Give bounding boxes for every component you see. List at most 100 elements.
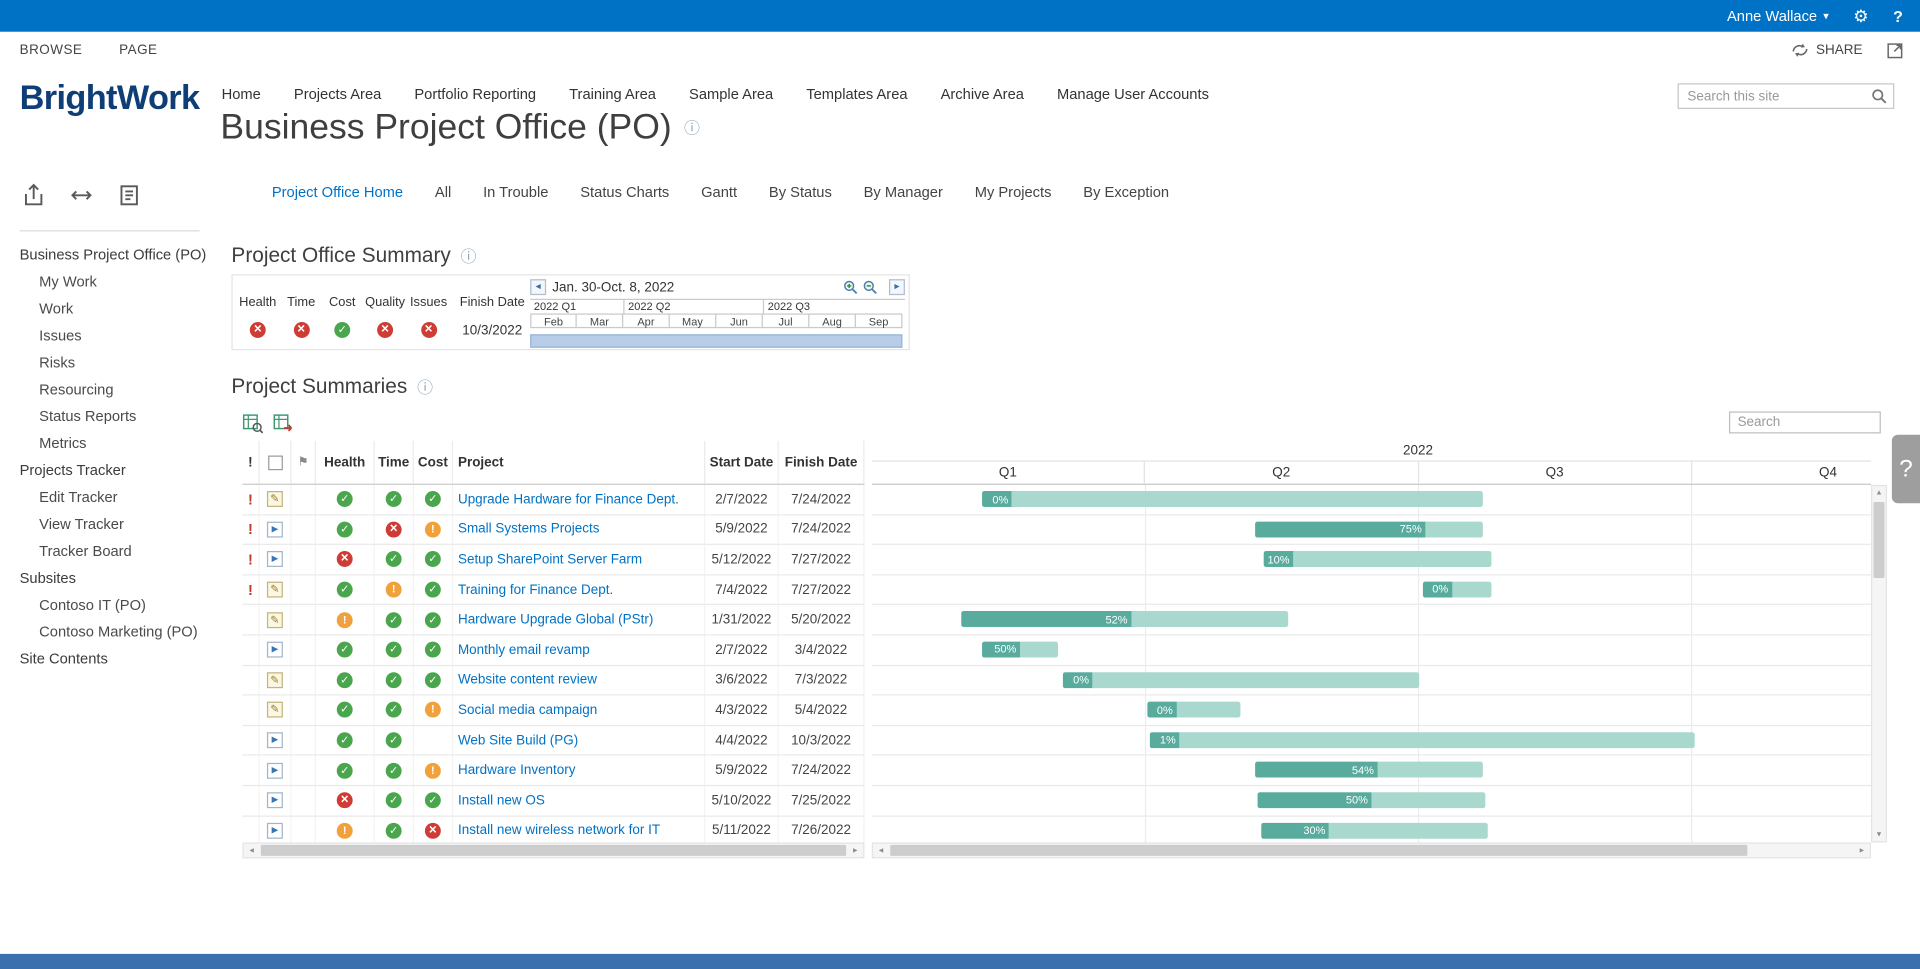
scrollbar-thumb[interactable] <box>261 845 846 856</box>
sidebar-item-subsites[interactable]: Subsites <box>20 564 223 591</box>
sidebar-item-status-reports[interactable]: Status Reports <box>20 403 223 430</box>
view-tab-gantt[interactable]: Gantt <box>701 184 737 201</box>
project-link[interactable]: Hardware Upgrade Global (PStr) <box>458 612 653 627</box>
project-link[interactable]: Website content review <box>458 673 597 688</box>
project-link[interactable]: Training for Finance Dept. <box>458 582 613 597</box>
sidebar-item-my-work[interactable]: My Work <box>20 268 223 295</box>
view-tab-status-charts[interactable]: Status Charts <box>580 184 669 201</box>
scroll-down-icon[interactable] <box>1872 828 1885 841</box>
column-header-health[interactable]: Health <box>316 441 375 484</box>
project-link[interactable]: Social media campaign <box>458 703 597 718</box>
logo[interactable]: BrightWork <box>20 78 200 117</box>
column-header-cost[interactable]: Cost <box>414 441 453 484</box>
gantt-vertical-scrollbar[interactable] <box>1871 485 1887 843</box>
column-header-flag[interactable] <box>291 441 315 484</box>
project-link[interactable]: Small Systems Projects <box>458 522 599 537</box>
project-link[interactable]: Upgrade Hardware for Finance Dept. <box>458 492 679 507</box>
sidebar-item-projects-tracker[interactable]: Projects Tracker <box>20 457 223 484</box>
timeline-prev-button[interactable] <box>530 279 546 295</box>
sidebar-item-site-contents[interactable]: Site Contents <box>20 645 223 672</box>
view-tab-all[interactable]: All <box>435 184 451 201</box>
project-site-icon[interactable] <box>267 762 283 778</box>
gantt-horizontal-scrollbar[interactable] <box>872 842 1871 858</box>
column-header-alert[interactable]: ! <box>242 441 259 484</box>
navigate-up-icon[interactable] <box>17 179 49 211</box>
info-icon[interactable] <box>461 248 477 264</box>
pane-splitter[interactable] <box>864 441 871 843</box>
ribbon-tab-browse[interactable]: BROWSE <box>20 43 83 58</box>
gantt-bar[interactable]: 52% <box>962 611 1288 627</box>
column-header-start-date[interactable]: Start Date <box>705 441 778 484</box>
sidebar-item-edit-tracker[interactable]: Edit Tracker <box>20 484 223 511</box>
scroll-left-icon[interactable] <box>244 844 260 857</box>
gear-icon[interactable] <box>1853 7 1868 24</box>
search-icon[interactable] <box>1871 88 1887 104</box>
sidebar-item-resourcing[interactable]: Resourcing <box>20 376 223 403</box>
info-icon[interactable] <box>417 379 433 395</box>
project-link[interactable]: Setup SharePoint Server Farm <box>458 552 642 567</box>
nav-item-archive-area[interactable]: Archive Area <box>941 86 1024 103</box>
scroll-left-icon[interactable] <box>873 844 889 857</box>
sidebar-item-work[interactable]: Work <box>20 295 223 322</box>
project-site-icon[interactable] <box>267 552 283 568</box>
project-site-icon[interactable] <box>267 823 283 839</box>
sidebar-item-tracker-board[interactable]: Tracker Board <box>20 538 223 565</box>
summary-gantt-bar[interactable] <box>530 334 902 347</box>
project-site-icon[interactable] <box>267 642 283 658</box>
gantt-bar[interactable]: 54% <box>1255 762 1482 778</box>
help-icon[interactable] <box>1893 8 1903 24</box>
project-link[interactable]: Monthly email revamp <box>458 643 590 658</box>
scroll-right-icon[interactable] <box>1854 844 1870 857</box>
table-zoom-icon[interactable] <box>242 413 263 434</box>
column-header-finish-date[interactable]: Finish Date <box>779 441 865 484</box>
sidebar-item-contoso-marketing-po[interactable]: Contoso Marketing (PO) <box>20 618 223 645</box>
sidebar-item-business-project-office-po[interactable]: Business Project Office (PO) <box>20 241 223 268</box>
focus-content-icon[interactable] <box>1887 42 1903 58</box>
view-tab-by-manager[interactable]: By Manager <box>864 184 943 201</box>
project-site-icon[interactable] <box>267 522 283 538</box>
nav-item-training-area[interactable]: Training Area <box>569 86 656 103</box>
share-button[interactable]: SHARE <box>1792 43 1863 58</box>
column-header-project[interactable]: Project <box>453 441 705 484</box>
scrollbar-thumb[interactable] <box>1873 502 1884 578</box>
edit-icon[interactable] <box>267 702 283 718</box>
sidebar-item-metrics[interactable]: Metrics <box>20 430 223 457</box>
gantt-bar[interactable]: 50% <box>1258 792 1485 808</box>
gantt-bar[interactable]: 0% <box>1422 581 1491 597</box>
help-tab[interactable]: ? <box>1892 435 1920 504</box>
nav-item-manage-user-accounts[interactable]: Manage User Accounts <box>1057 86 1209 103</box>
scroll-up-icon[interactable] <box>1872 486 1885 499</box>
nav-item-sample-area[interactable]: Sample Area <box>689 86 773 103</box>
gantt-bar[interactable]: 0% <box>1063 672 1419 688</box>
project-link[interactable]: Hardware Inventory <box>458 763 576 778</box>
nav-item-templates-area[interactable]: Templates Area <box>806 86 907 103</box>
projects-search-input[interactable] <box>1735 414 1875 431</box>
view-tab-project-office-home[interactable]: Project Office Home <box>272 184 403 201</box>
edit-icon[interactable] <box>267 612 283 628</box>
notebook-icon[interactable] <box>113 179 145 211</box>
view-tab-by-exception[interactable]: By Exception <box>1083 184 1169 201</box>
gantt-bar[interactable]: 10% <box>1264 551 1491 567</box>
table-horizontal-scrollbar[interactable] <box>242 842 864 858</box>
edit-icon[interactable] <box>267 672 283 688</box>
gantt-bar[interactable]: 0% <box>1147 702 1240 718</box>
view-tab-by-status[interactable]: By Status <box>769 184 832 201</box>
gantt-bar[interactable]: 0% <box>983 491 1483 507</box>
user-menu[interactable]: Anne Wallace <box>1727 7 1829 24</box>
project-link[interactable]: Web Site Build (PG) <box>458 733 578 748</box>
view-tab-in-trouble[interactable]: In Trouble <box>483 184 548 201</box>
gantt-bar[interactable]: 1% <box>1150 732 1695 748</box>
ribbon-tab-page[interactable]: PAGE <box>119 43 157 58</box>
move-resize-icon[interactable] <box>65 179 97 211</box>
project-site-icon[interactable] <box>267 793 283 809</box>
project-link[interactable]: Install new wireless network for IT <box>458 823 660 838</box>
nav-item-projects-area[interactable]: Projects Area <box>294 86 381 103</box>
export-excel-icon[interactable] <box>273 413 294 434</box>
sidebar-item-contoso-it-po[interactable]: Contoso IT (PO) <box>20 591 223 618</box>
gantt-bar[interactable]: 30% <box>1261 822 1488 838</box>
nav-item-portfolio-reporting[interactable]: Portfolio Reporting <box>414 86 536 103</box>
sidebar-item-issues[interactable]: Issues <box>20 322 223 349</box>
column-header-select[interactable] <box>260 441 292 484</box>
gantt-bar[interactable]: 50% <box>983 642 1058 658</box>
gantt-bar[interactable]: 75% <box>1255 521 1482 537</box>
